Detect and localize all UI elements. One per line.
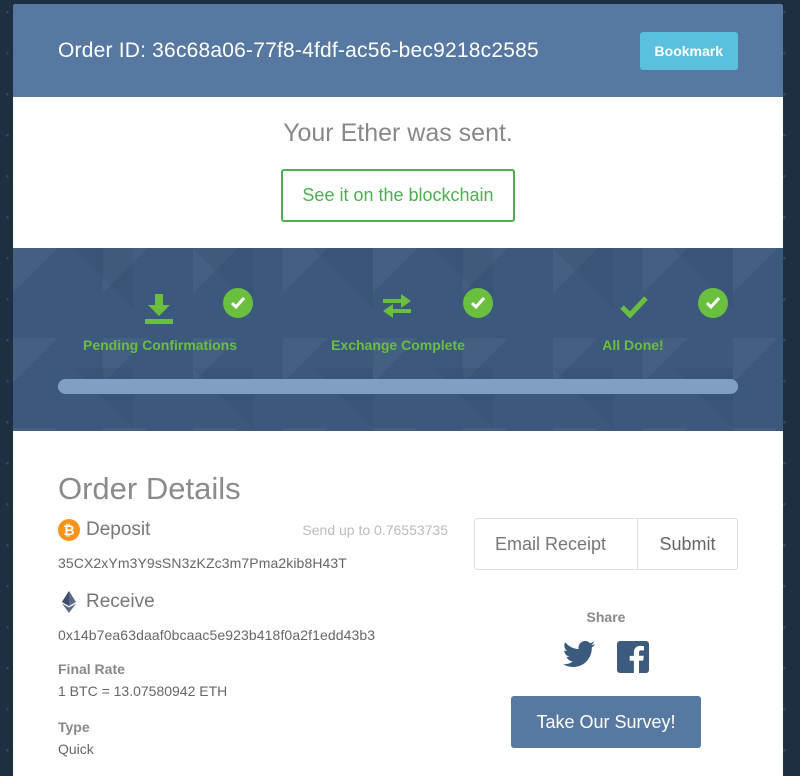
- order-details-left: ₿ Deposit Send up to 0.76553735 35CX2xYm…: [58, 517, 448, 776]
- facebook-icon[interactable]: [617, 641, 649, 673]
- order-details-right: Submit Share Take Our Survey!: [474, 517, 738, 748]
- order-id: Order ID: 36c68a06-77f8-4fdf-ac56-bec921…: [58, 38, 539, 62]
- exchange-arrows-icon: [383, 294, 411, 321]
- type-label: Type: [58, 719, 90, 735]
- progress-section: Pending Confirmations Exchange Complete …: [13, 248, 783, 431]
- see-on-blockchain-button[interactable]: See it on the blockchain: [281, 169, 515, 222]
- order-details-title: Order Details: [58, 471, 241, 506]
- progress-steps: Pending Confirmations Exchange Complete …: [13, 288, 783, 360]
- step-label: Pending Confirmations: [83, 337, 237, 353]
- type-value: Quick: [58, 741, 94, 757]
- check-circle-icon: [698, 288, 728, 318]
- submit-button[interactable]: Submit: [637, 519, 737, 569]
- email-receipt-group: Submit: [474, 518, 738, 570]
- order-card: Order ID: 36c68a06-77f8-4fdf-ac56-bec921…: [13, 4, 783, 776]
- share-icons: [474, 641, 738, 673]
- svg-text:₿: ₿: [63, 523, 74, 539]
- status-title: Your Ether was sent.: [283, 119, 513, 147]
- bookmark-button[interactable]: Bookmark: [639, 31, 738, 70]
- step-label: Exchange Complete: [331, 337, 465, 353]
- checkmark-icon: [619, 294, 649, 323]
- final-rate-label: Final Rate: [58, 661, 125, 677]
- order-header: Order ID: 36c68a06-77f8-4fdf-ac56-bec921…: [13, 4, 783, 97]
- twitter-icon[interactable]: [563, 641, 595, 673]
- receive-label: Receive: [86, 591, 155, 612]
- check-circle-icon: [223, 288, 253, 318]
- check-circle-icon: [463, 288, 493, 318]
- step-all-done: All Done!: [588, 288, 728, 353]
- take-survey-button[interactable]: Take Our Survey!: [511, 696, 701, 748]
- download-icon: [145, 294, 173, 327]
- ethereum-icon: [58, 591, 80, 613]
- deposit-label: Deposit: [86, 519, 151, 540]
- status-section: Your Ether was sent. See it on the block…: [13, 97, 783, 248]
- step-exchange-complete: Exchange Complete: [323, 288, 493, 353]
- progress-bar: [58, 379, 738, 394]
- receive-address[interactable]: 0x14b7ea63daaf0bcaac5e923b418f0a2f1edd43…: [58, 627, 448, 643]
- deposit-address[interactable]: 35CX2xYm3Y9sSN3zKZc3m7Pma2kib8H43T: [58, 555, 448, 571]
- final-rate-value: 1 BTC = 13.07580942 ETH: [58, 683, 228, 699]
- send-up-to-hint: Send up to 0.76553735: [302, 522, 448, 538]
- share-label: Share: [586, 609, 626, 625]
- receive-header: Receive: [58, 589, 448, 615]
- bitcoin-icon: ₿: [58, 519, 80, 541]
- step-pending-confirmations: Pending Confirmations: [77, 288, 253, 353]
- email-receipt-input[interactable]: [475, 519, 637, 569]
- progress-bar-fill: [58, 379, 738, 394]
- step-label: All Done!: [602, 337, 664, 353]
- deposit-header: ₿ Deposit Send up to 0.76553735: [58, 517, 448, 543]
